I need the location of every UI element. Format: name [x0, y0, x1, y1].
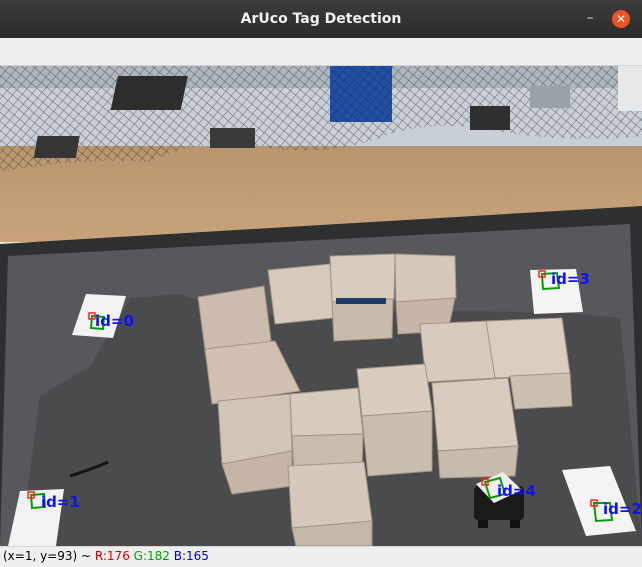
green-value: G:182 — [133, 549, 170, 563]
blue-value: B:165 — [173, 549, 209, 563]
toolbar — [0, 38, 642, 66]
tag-id-label: id=3 — [551, 270, 590, 288]
tag-id-label: id=0 — [95, 312, 134, 330]
red-value: R:176 — [94, 549, 130, 563]
window-title: ArUco Tag Detection — [240, 11, 402, 27]
tag-id-label: id=4 — [497, 482, 536, 500]
close-button[interactable]: ✕ — [612, 10, 630, 28]
tag-id-label: id=2 — [603, 500, 642, 518]
status-bar: (x=1, y=93) ~ R:176 G:182 B:165 — [0, 546, 642, 567]
minimize-button[interactable]: – — [580, 9, 600, 29]
detection-canvas: id=0 id=1 id=2 id=3 id=4 — [0, 66, 642, 546]
tag-id-label: id=1 — [41, 493, 80, 511]
title-bar: ArUco Tag Detection – ✕ — [0, 0, 642, 38]
cursor-coordinates: (x=1, y=93) ~ — [3, 549, 92, 563]
camera-image[interactable]: id=0 id=1 id=2 id=3 id=4 — [0, 66, 642, 546]
